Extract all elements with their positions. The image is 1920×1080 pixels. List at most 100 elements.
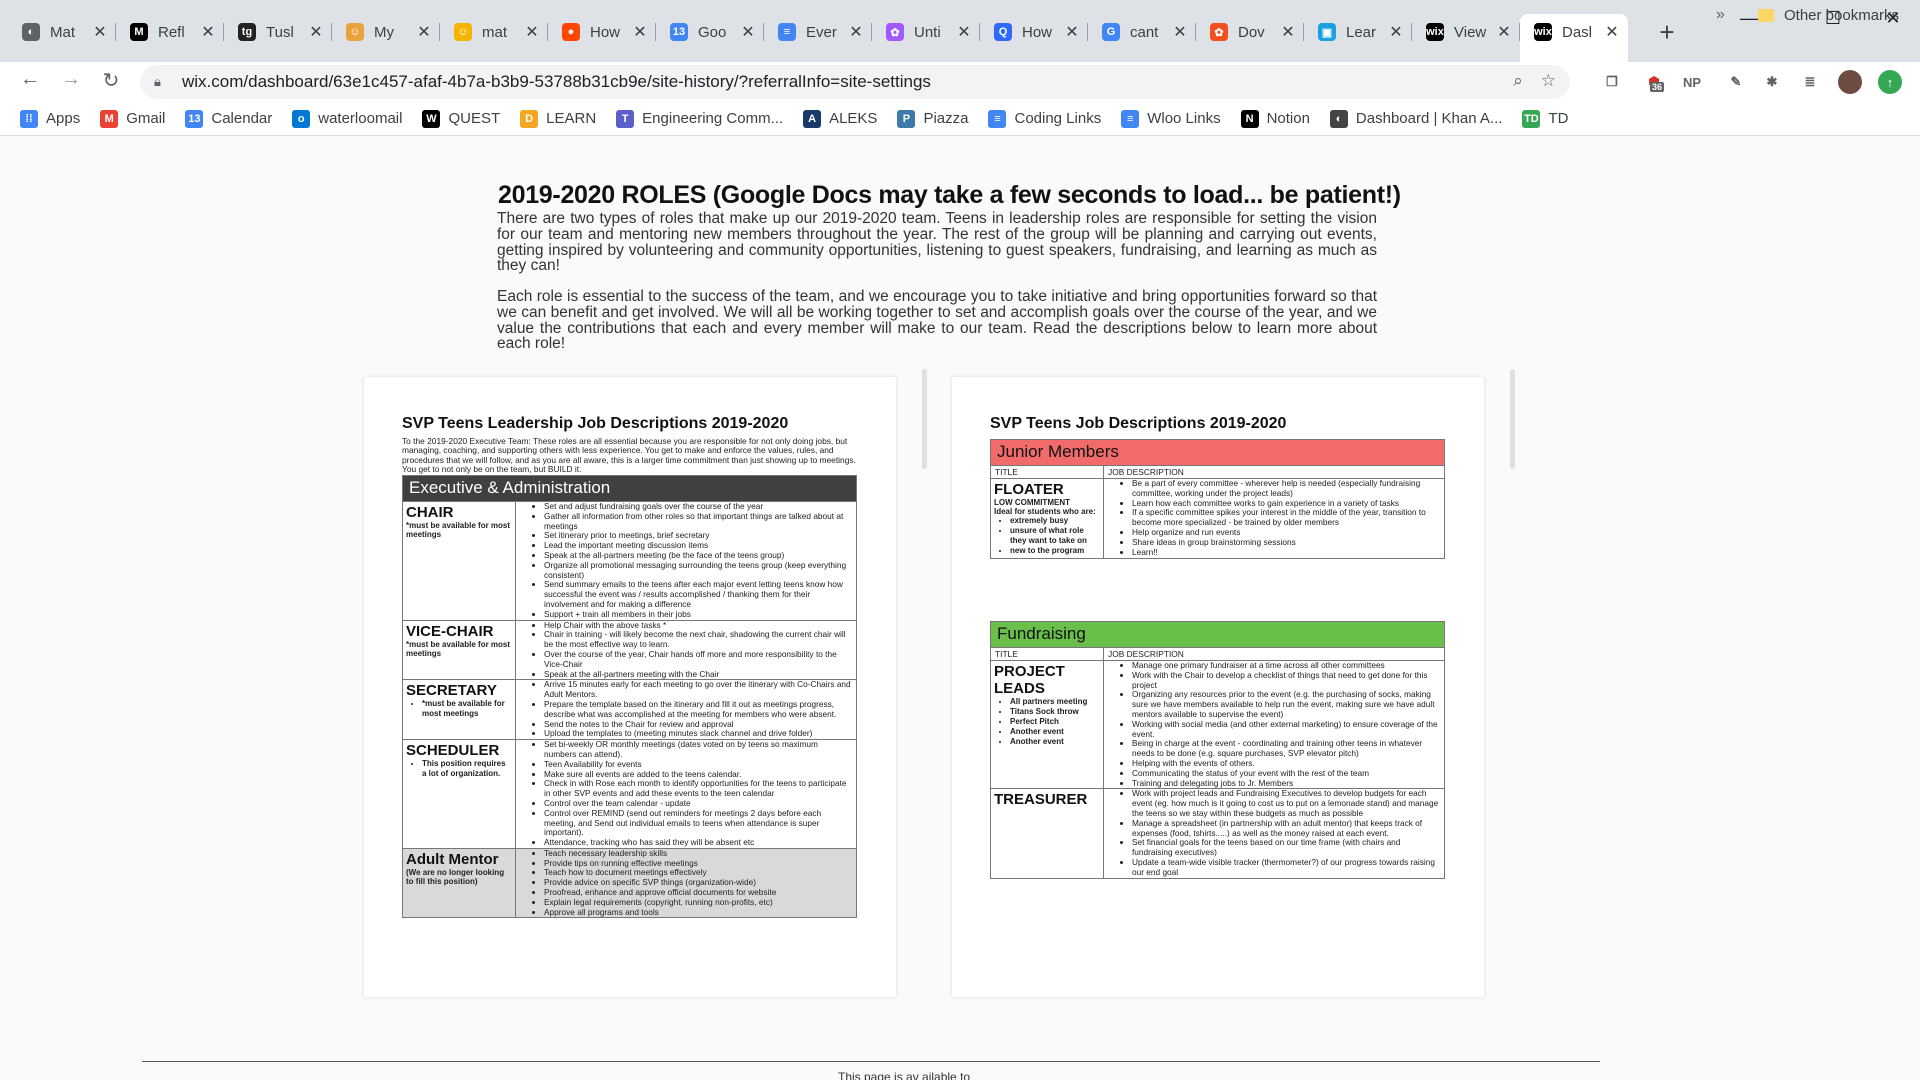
tab-11[interactable]: ✿ Dov ✕	[1196, 14, 1304, 50]
back-arrow-icon[interactable]: ←	[16, 68, 44, 91]
role-duty: Gather all information from other roles …	[544, 511, 852, 532]
tab-12[interactable]: ▣ Lear ✕	[1304, 14, 1412, 50]
tab-close-icon[interactable]: ✕	[1172, 22, 1188, 42]
col-title-header: TITLE	[990, 465, 1104, 479]
role-duty: Approve all programs and tools	[544, 907, 852, 918]
tab-1[interactable]: M Refl ✕	[116, 14, 224, 50]
role-desc-cell: Teach necessary leadership skillsProvide…	[515, 847, 857, 919]
tab-close-icon[interactable]: ✕	[956, 22, 972, 42]
bookmark-2[interactable]: 13 Calendar	[185, 109, 272, 128]
leadership-doc-embed[interactable]: SVP Teens Leadership Job Descriptions 20…	[364, 377, 896, 997]
other-bookmarks[interactable]: Other bookmarks	[1758, 7, 1899, 24]
new-tab-button[interactable]: +	[1652, 18, 1682, 46]
bookmark-label: TD	[1548, 110, 1569, 127]
bookmark-4[interactable]: W QUEST	[422, 109, 500, 128]
bookmark-9[interactable]: ≡ Coding Links	[988, 109, 1101, 128]
tab-favicon-icon: ▣	[1318, 23, 1336, 41]
role-bullet: Perfect Pitch	[1010, 717, 1100, 727]
jobs-doc-embed[interactable]: SVP Teens Job Descriptions 2019-2020 Jun…	[952, 377, 1484, 997]
tab-8[interactable]: ✿ Unti ✕	[872, 14, 980, 50]
tab-0[interactable]: ◐ Mat ✕	[8, 14, 116, 50]
bookmark-6[interactable]: T Engineering Comm...	[616, 109, 783, 128]
tab-13[interactable]: wix View ✕	[1412, 14, 1520, 50]
tab-6[interactable]: 13 Goo ✕	[656, 14, 764, 50]
extensions-puzzle-icon[interactable]: ✱	[1760, 70, 1784, 94]
media-control-icon[interactable]: ≣	[1798, 70, 1822, 94]
adblock-icon[interactable]: ⬢36	[1642, 70, 1666, 94]
col-desc-header: JOB DESCRIPTION	[1103, 465, 1445, 479]
tab-close-icon[interactable]: ✕	[1604, 22, 1620, 42]
tab-strip: ◐ Mat ✕ M Refl ✕ tg Tusl ✕ ☺ My ✕ ☺ mat ✕ ● How ✕ 13 Goo ✕ ≡ E…	[0, 0, 1920, 62]
bookmark-1[interactable]: M Gmail	[100, 109, 165, 128]
avatar[interactable]	[1838, 70, 1862, 94]
tab-label: View	[1454, 23, 1487, 41]
bookmark-label: Wloo Links	[1147, 110, 1221, 127]
role-desc-cell: Arrive 15 minutes early for each meeting…	[515, 679, 857, 741]
forward-arrow-icon[interactable]: →	[57, 68, 85, 91]
reload-icon[interactable]: ↻	[97, 68, 125, 93]
tab-label: Unti	[914, 23, 941, 41]
tab-close-icon[interactable]: ✕	[1280, 22, 1296, 42]
role-duty: Attendance, tracking who has said they w…	[544, 837, 852, 848]
tab-close-icon[interactable]: ✕	[416, 22, 432, 42]
bookmark-8[interactable]: P Piazza	[897, 109, 968, 128]
tab-close-icon[interactable]: ✕	[1496, 22, 1512, 42]
role-duty: Being in charge at the event - coordinat…	[1132, 739, 1440, 759]
zoom-icon[interactable]: ⌕	[1513, 71, 1523, 91]
tab-close-icon[interactable]: ✕	[848, 22, 864, 42]
tab-14[interactable]: wix Dasl ✕	[1520, 14, 1628, 62]
bookmark-7[interactable]: A ALEKS	[803, 109, 877, 128]
bookmark-13[interactable]: TD TD	[1522, 109, 1569, 128]
bookmark-12[interactable]: ◐ Dashboard | Khan A...	[1329, 109, 1502, 128]
tab-close-icon[interactable]: ✕	[632, 22, 648, 42]
jobs-doc-title: SVP Teens Job Descriptions 2019-2020	[990, 415, 1287, 432]
role-title: SECRETARY	[406, 682, 497, 700]
tab-9[interactable]: Q How ✕	[980, 14, 1088, 50]
tab-close-icon[interactable]: ✕	[308, 22, 324, 42]
column-header-row: TITLE JOB DESCRIPTION	[990, 647, 1445, 661]
tab-10[interactable]: Gcant ✕	[1088, 14, 1196, 50]
address-bar[interactable]: 🔒︎ wix.com/dashboard/63e1c457-afaf-4b7a-…	[140, 65, 1570, 99]
role-note: *must be available for most meetings	[406, 639, 511, 658]
tab-close-icon[interactable]: ✕	[92, 22, 108, 42]
tab-favicon-icon: ●	[562, 23, 580, 41]
leadership-doc-scrollbar[interactable]	[922, 369, 927, 469]
tab-close-icon[interactable]: ✕	[524, 22, 540, 42]
role-duty: Work with the Chair to develop a checkli…	[1132, 670, 1440, 691]
role-bullets: extremely busyunsure of what role they w…	[994, 516, 1100, 556]
role-desc-cell: Set bi-weekly OR monthly meetings (dates…	[515, 739, 857, 849]
bookmark-star-icon[interactable]: ☆	[1541, 71, 1556, 91]
tab-search-icon[interactable]: ❐	[1600, 70, 1624, 94]
role-row: SCHEDULERThis position requires a lot of…	[402, 739, 857, 849]
pen-icon[interactable]: ✎	[1724, 70, 1748, 94]
tab-close-icon[interactable]: ✕	[1064, 22, 1080, 42]
td-icon: TD	[1522, 109, 1541, 128]
bookmark-11[interactable]: N Notion	[1240, 109, 1310, 128]
section-header: Junior Members	[990, 439, 1445, 466]
bookmarks-bar: ⁞⁞ Apps M Gmail 13 Calendar o waterloomail W QUES…	[0, 102, 1920, 136]
np-extension[interactable]: NP	[1680, 70, 1704, 94]
col-title-header: TITLE	[990, 647, 1104, 661]
bookmark-3[interactable]: o waterloomail	[292, 109, 402, 128]
bookmark-10[interactable]: ≡ Wloo Links	[1121, 109, 1221, 128]
role-duty: Upload the templates to (meeting minutes…	[544, 729, 852, 739]
role-name-cell: Adult Mentor (We are no longer looking to…	[402, 847, 516, 919]
jobs-doc-scrollbar[interactable]	[1510, 369, 1515, 469]
intro-paragraph-2: Each role is essential to the success of…	[497, 288, 1377, 353]
bookmarks-overflow-button[interactable]: »	[1716, 6, 1725, 24]
bookmark-0[interactable]: ⁞⁞ Apps	[20, 109, 80, 128]
tab-close-icon[interactable]: ✕	[200, 22, 216, 42]
role-row: Adult Mentor (We are no longer looking to…	[402, 847, 857, 919]
tab-close-icon[interactable]: ✕	[740, 22, 756, 42]
tab-3[interactable]: ☺ My ✕	[332, 14, 440, 50]
tab-4[interactable]: ☺ mat ✕	[440, 14, 548, 50]
tab-2[interactable]: tg Tusl ✕	[224, 14, 332, 50]
tab-7[interactable]: ≡ Ever ✕	[764, 14, 872, 50]
tab-close-icon[interactable]: ✕	[1388, 22, 1404, 42]
update-icon[interactable]: ↑	[1878, 70, 1902, 94]
role-duty: Organizing any resources prior to the ev…	[1132, 689, 1440, 719]
leadership-doc-title: SVP Teens Leadership Job Descriptions 20…	[402, 415, 789, 432]
bookmark-5[interactable]: D LEARN	[520, 109, 596, 128]
tab-5[interactable]: ● How ✕	[548, 14, 656, 50]
role-bullets: This position requires a lot of organiza…	[406, 759, 512, 779]
